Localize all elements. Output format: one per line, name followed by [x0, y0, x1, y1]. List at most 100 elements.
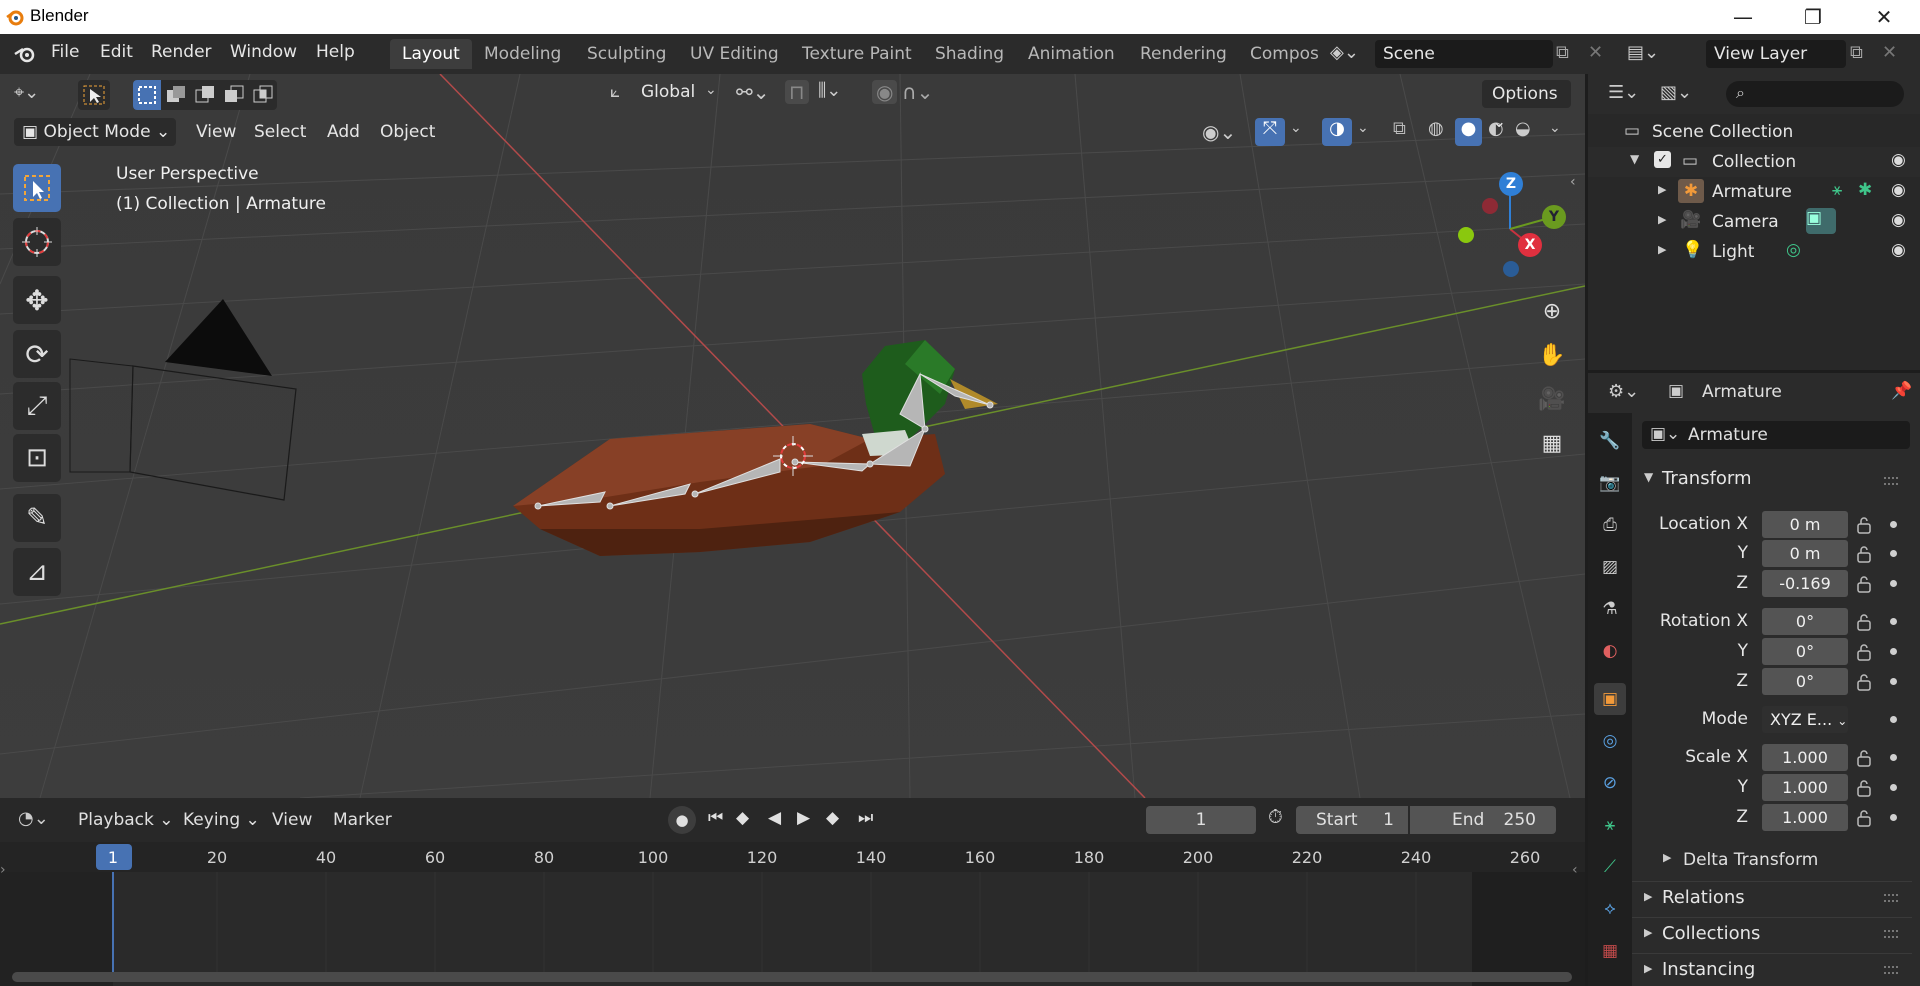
- delete-scene-icon[interactable]: ✕: [1588, 42, 1603, 63]
- keyframe-dot[interactable]: [1890, 580, 1897, 587]
- timeline-ruler[interactable]: 1 20 40 60 80 100 120 140 160 180 200 22…: [0, 842, 1585, 872]
- tab-constraints[interactable]: ⊘: [1594, 767, 1626, 799]
- options-dropdown[interactable]: Options ⌄: [1482, 80, 1571, 132]
- select-new-icon[interactable]: [133, 80, 161, 110]
- delta-transform-subpanel[interactable]: ▶ Delta Transform: [1655, 846, 1910, 874]
- properties-editor-type-icon[interactable]: ⚙⌄: [1608, 381, 1639, 402]
- stopwatch-icon[interactable]: ⏱: [1268, 806, 1283, 828]
- rotation-y-field[interactable]: 0°: [1762, 638, 1848, 665]
- outliner-item-camera[interactable]: ▶ 🎥 Camera ▣ ◉: [1588, 207, 1920, 237]
- eye-icon[interactable]: ◉: [1891, 180, 1906, 200]
- select-tool-icon[interactable]: [78, 80, 110, 110]
- scale-x-field[interactable]: 1.000: [1762, 744, 1848, 771]
- armature-data-icon[interactable]: ✱: [1858, 180, 1872, 200]
- visibility-icon[interactable]: ◉⌄: [1202, 120, 1236, 144]
- viewport-menu-select[interactable]: Select: [254, 122, 306, 142]
- select-invert-icon[interactable]: [220, 80, 248, 110]
- tab-texture[interactable]: ▦: [1594, 935, 1626, 967]
- menu-file[interactable]: File: [51, 42, 79, 62]
- tab-object[interactable]: ▣: [1594, 683, 1626, 715]
- outliner-search-input[interactable]: ⌕: [1726, 81, 1904, 107]
- proportional-edit-icon[interactable]: ◉: [872, 80, 898, 104]
- light-data-icon[interactable]: ◎: [1786, 240, 1801, 260]
- menu-render[interactable]: Render: [151, 42, 212, 62]
- timeline-editor-type-icon[interactable]: ◔⌄: [18, 808, 49, 829]
- viewport-menu-view[interactable]: View: [196, 122, 236, 142]
- tab-world[interactable]: ◐: [1594, 635, 1626, 667]
- tab-bone[interactable]: ⟋: [1594, 851, 1626, 883]
- zoom-button[interactable]: ⊕: [1535, 294, 1569, 328]
- expand-arrow-icon[interactable]: ▶: [1658, 183, 1666, 196]
- rotate-tool[interactable]: ⟳: [13, 330, 61, 378]
- tab-shading[interactable]: Shading: [923, 39, 1016, 69]
- rotation-x-field[interactable]: 0°: [1762, 608, 1848, 635]
- gizmo-toggle-icon[interactable]: ⤧: [1255, 118, 1285, 146]
- xray-toggle-icon[interactable]: ⧉: [1393, 118, 1406, 139]
- object-name-field[interactable]: ▣⌄ Armature: [1642, 421, 1910, 449]
- lock-icon[interactable]: [1855, 749, 1873, 767]
- close-window-button[interactable]: ✕: [1855, 0, 1913, 34]
- select-subtract-icon[interactable]: [191, 80, 219, 110]
- shading-solid-icon[interactable]: ●: [1455, 118, 1482, 146]
- camera-view-button[interactable]: 🎥: [1535, 382, 1569, 416]
- view-layer-icon[interactable]: ▤⌄: [1627, 42, 1659, 63]
- cursor-tool[interactable]: [13, 218, 61, 266]
- pivot-point-icon[interactable]: ⚯⌄: [736, 80, 770, 104]
- select-box-tool[interactable]: [13, 164, 61, 212]
- play-icon[interactable]: ▶: [797, 808, 810, 828]
- tab-compositing[interactable]: Compos: [1238, 39, 1320, 69]
- record-icon[interactable]: ●: [668, 806, 696, 834]
- measure-tool[interactable]: ⊿: [13, 548, 61, 596]
- keyframe-dot[interactable]: [1890, 754, 1897, 761]
- shading-wireframe-icon[interactable]: ◍: [1428, 118, 1444, 139]
- transform-orientation-icon[interactable]: ⟀: [610, 82, 620, 102]
- chevron-down-icon[interactable]: ⌄: [1549, 120, 1561, 136]
- chevron-down-icon[interactable]: ⌄: [1290, 120, 1302, 136]
- menu-help[interactable]: Help: [316, 42, 355, 62]
- gizmo-x-icon[interactable]: X: [1518, 233, 1542, 257]
- shading-rendered-icon[interactable]: ◒: [1515, 118, 1531, 139]
- keyframe-dot[interactable]: [1890, 716, 1897, 723]
- overlays-toggle-icon[interactable]: ◑: [1322, 118, 1352, 146]
- menu-window[interactable]: Window: [230, 42, 297, 62]
- tab-modeling[interactable]: Modeling: [472, 39, 573, 69]
- move-tool[interactable]: ✥: [13, 276, 61, 324]
- rotation-z-field[interactable]: 0°: [1762, 668, 1848, 695]
- keyframe-dot[interactable]: [1890, 678, 1897, 685]
- select-intersect-icon[interactable]: [249, 80, 277, 110]
- camera-data-icon[interactable]: ▣: [1806, 208, 1836, 234]
- timeline-menu-marker[interactable]: Marker: [333, 810, 392, 830]
- restore-button[interactable]: ❐: [1784, 0, 1842, 34]
- lock-icon[interactable]: [1855, 516, 1873, 534]
- collections-panel-header[interactable]: ▶ Collections: [1632, 917, 1912, 949]
- play-reverse-icon[interactable]: ◀: [768, 808, 781, 828]
- tab-tool[interactable]: 🔧: [1594, 425, 1626, 457]
- snap-toggle-icon[interactable]: ⊓: [785, 80, 809, 104]
- outliner[interactable]: ☰⌄ ▧⌄ ⌕ ▭ Scene Collection ▼ ✓ ▭ Collect…: [1588, 74, 1920, 370]
- menu-edit[interactable]: Edit: [100, 42, 133, 62]
- snap-target-icon[interactable]: ⫼⌄: [818, 80, 841, 101]
- transform-panel-header[interactable]: ▼ Transform: [1632, 465, 1912, 497]
- sidebar-toggle-icon[interactable]: ‹: [1570, 174, 1576, 190]
- scale-y-field[interactable]: 1.000: [1762, 774, 1848, 801]
- checkbox-icon[interactable]: ✓: [1654, 151, 1671, 168]
- sidebar-toggle-icon[interactable]: ‹: [1572, 862, 1578, 878]
- timeline-editor[interactable]: ◔⌄ Playback ⌄ Keying ⌄ View Marker ● ⏮ ◆…: [0, 798, 1585, 986]
- tab-rendering[interactable]: Rendering: [1128, 39, 1239, 69]
- jump-end-icon[interactable]: ⏭: [858, 808, 873, 828]
- select-extend-icon[interactable]: [162, 80, 190, 110]
- shading-material-icon[interactable]: ◐: [1488, 118, 1504, 139]
- relations-panel-header[interactable]: ▶ Relations: [1632, 881, 1912, 913]
- drag-handle-icon[interactable]: [1884, 930, 1898, 938]
- mode-dropdown[interactable]: ▣ Object Mode ⌄: [14, 118, 176, 146]
- keyframe-dot[interactable]: [1890, 521, 1897, 528]
- perspective-toggle-button[interactable]: ▦: [1535, 426, 1569, 460]
- lock-icon[interactable]: [1855, 673, 1873, 691]
- transform-tool[interactable]: ⊡: [13, 434, 61, 482]
- outliner-collection[interactable]: ▼ ✓ ▭ Collection ◉: [1588, 147, 1920, 177]
- tab-render[interactable]: 📷: [1594, 467, 1626, 499]
- outliner-editor-type-icon[interactable]: ☰⌄: [1608, 82, 1639, 103]
- gizmo-z-icon[interactable]: Z: [1499, 172, 1523, 196]
- lock-icon[interactable]: [1855, 575, 1873, 593]
- expand-arrow-icon[interactable]: ▶: [1658, 213, 1666, 226]
